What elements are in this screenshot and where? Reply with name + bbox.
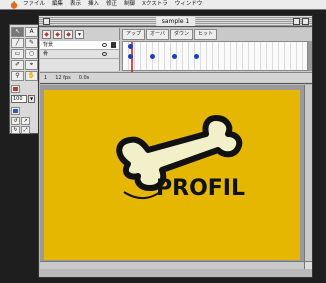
zoom-field[interactable]: 100 [11, 95, 27, 103]
smooth-icon[interactable]: ↺ [11, 117, 20, 125]
menu-bar: ファイル 編集 表示 挿入 修正 制御 Xクストラ ウィンドウ [0, 0, 326, 10]
close-box-icon[interactable] [43, 18, 50, 25]
frame-rate: 12 fps [55, 74, 71, 81]
frame-label-hit[interactable]: ヒット [193, 29, 217, 40]
edit-scene-icon[interactable]: ◆ [64, 29, 73, 39]
logo-text: PROFIL [156, 176, 245, 201]
stage-area: + PROFIL [40, 85, 312, 269]
frame-labels: アップ オーバ ダウン ヒット [122, 29, 217, 40]
menu-insert[interactable]: 挿入 [88, 0, 99, 9]
eye-icon[interactable] [102, 43, 107, 47]
line-tool-icon[interactable]: ╱ [11, 38, 24, 48]
current-frame: 1 [44, 74, 48, 81]
keyframe-marker[interactable] [172, 54, 177, 59]
layer-name: 背景 [43, 42, 54, 48]
menu-control[interactable]: 制御 [124, 0, 135, 9]
document-title: sample 1 [155, 17, 196, 26]
layer-name: 骨 [43, 51, 49, 57]
collapse-box-icon[interactable] [302, 18, 309, 25]
title-bar[interactable]: sample 1 [39, 16, 312, 27]
menu-file[interactable]: ファイル [23, 0, 45, 9]
timeline-toolbar: ◆ ◆ ◆ ▾ [40, 28, 120, 40]
menu-xtras[interactable]: Xクストラ [142, 0, 168, 9]
zoom-box-icon[interactable] [293, 18, 300, 25]
lock-icon[interactable] [111, 42, 116, 48]
timeline-panel: ◆ ◆ ◆ ▾ アップ オーバ ダウン ヒット 背景 骨 1 12 fps 0.… [40, 28, 312, 84]
zoom-tool-icon[interactable]: ⚲ [11, 71, 24, 81]
elapsed-time: 0.0s [78, 74, 90, 81]
vertical-scrollbar[interactable] [304, 85, 312, 269]
hand-tool-icon[interactable]: ✋ [25, 71, 38, 81]
keyframe-marker[interactable] [194, 54, 199, 59]
apple-menu-icon[interactable] [10, 0, 19, 9]
text-tool-icon[interactable]: A [25, 27, 38, 37]
resize-handle[interactable] [304, 261, 312, 269]
rectangle-tool-icon[interactable]: ▭ [11, 49, 24, 59]
tools-palette: ↖ A ╱ ✎ ▭ ○ ✐ ⌖ ⚲ ✋ 100 ▼ ↺ ↗ ↻ ⤢ [9, 24, 39, 134]
timeline-status-bar: 1 12 fps 0.0s [40, 72, 312, 82]
lasso-tool-icon[interactable]: ⌖ [25, 60, 38, 70]
horizontal-scrollbar[interactable] [40, 261, 304, 269]
layer-list: 背景 骨 [40, 41, 120, 71]
pencil-tool-icon[interactable]: ✎ [25, 38, 38, 48]
document-window: sample 1 ◆ ◆ ◆ ▾ アップ オーバ ダウン ヒット 背景 骨 1 … [38, 15, 313, 278]
stage[interactable]: + PROFIL [44, 90, 300, 260]
menu-edit[interactable]: 編集 [52, 0, 63, 9]
layer-row[interactable]: 骨 [40, 50, 119, 59]
arrow-tool-icon[interactable]: ↖ [11, 27, 24, 37]
menu-view[interactable]: 表示 [70, 0, 81, 9]
oval-tool-icon[interactable]: ○ [25, 49, 38, 59]
keyframe-marker[interactable] [128, 54, 133, 59]
frame-label-up[interactable]: アップ [122, 29, 146, 40]
edit-symbol-icon[interactable]: ◆ [53, 29, 62, 39]
scale-icon[interactable]: ⤢ [21, 126, 30, 134]
keyframe-marker[interactable] [150, 54, 155, 59]
rotate-icon[interactable]: ↻ [11, 126, 20, 134]
scene-icon[interactable]: ◆ [42, 29, 51, 39]
layer-options-icon[interactable]: ▾ [75, 29, 84, 39]
stroke-color-icon[interactable] [11, 85, 20, 93]
keyframe-marker[interactable] [128, 44, 133, 49]
brush-tool-icon[interactable]: ✐ [11, 60, 24, 70]
layer-row[interactable]: 背景 [40, 41, 119, 50]
timeline-scrollbar[interactable] [308, 41, 312, 71]
frame-label-over[interactable]: オーバ [146, 29, 169, 40]
menu-modify[interactable]: 修正 [106, 0, 117, 9]
straighten-icon[interactable]: ↗ [21, 117, 30, 125]
desktop: ファイル 編集 表示 挿入 修正 制御 Xクストラ ウィンドウ ↖ A ╱ ✎ … [0, 0, 326, 283]
snap-icon[interactable] [11, 107, 20, 115]
eye-icon[interactable] [102, 52, 107, 56]
frame-grid[interactable] [122, 41, 308, 72]
bone-graphic[interactable]: + [44, 90, 300, 260]
frame-label-down[interactable]: ダウン [169, 29, 193, 40]
menu-window[interactable]: ウィンドウ [175, 0, 203, 9]
zoom-dropdown-icon[interactable]: ▼ [28, 95, 35, 103]
